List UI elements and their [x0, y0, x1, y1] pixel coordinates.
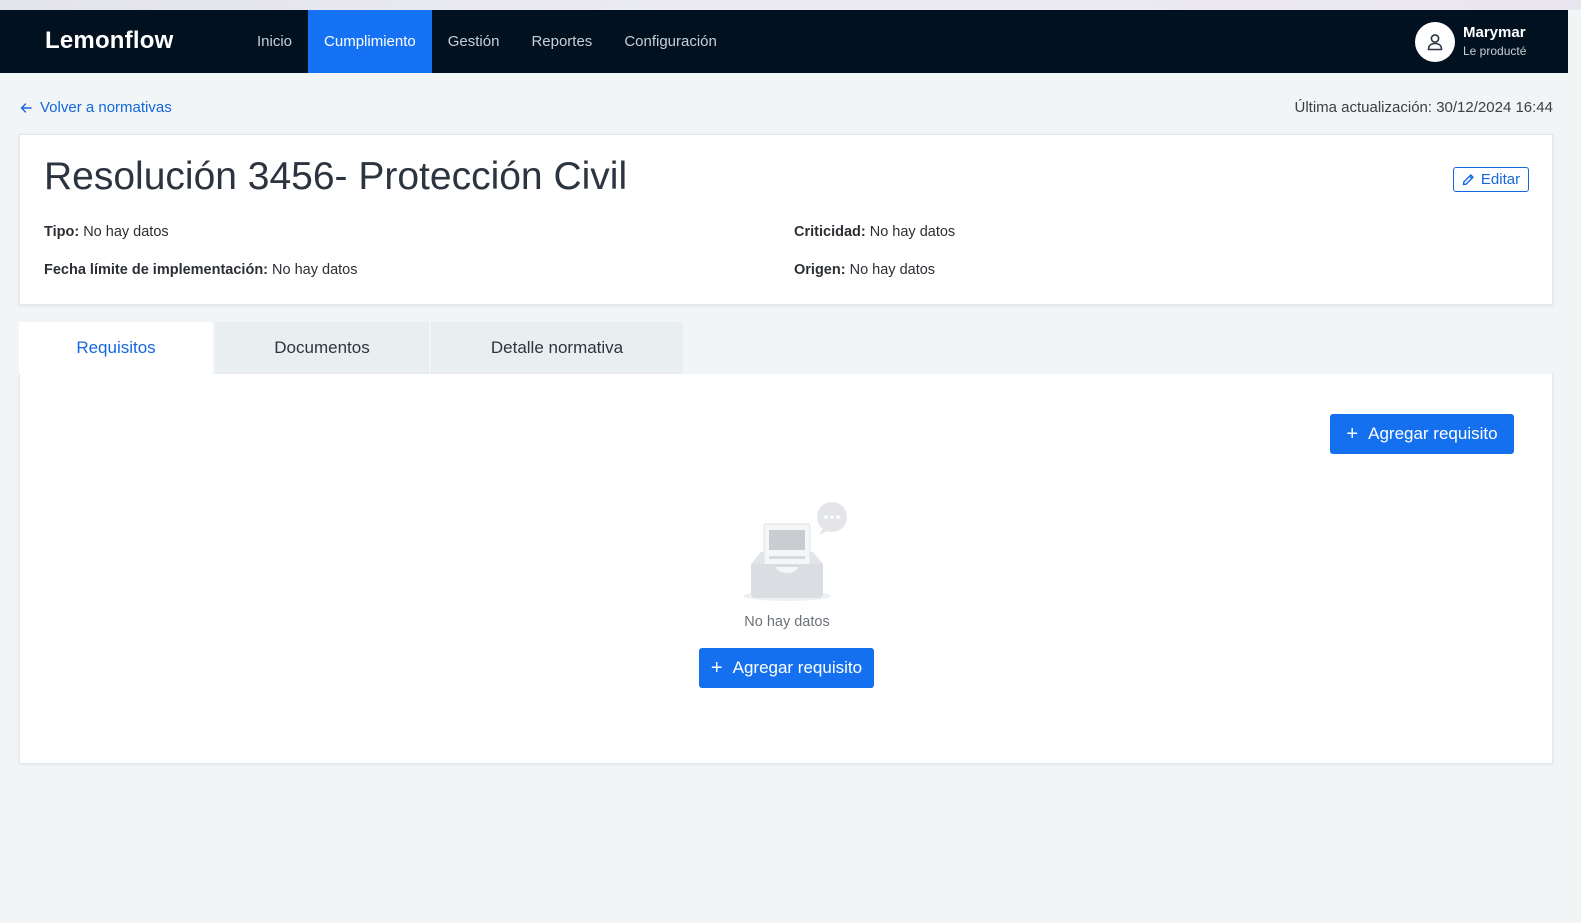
back-link-label: Volver a normativas: [40, 99, 172, 116]
edit-button[interactable]: Editar: [1453, 167, 1529, 192]
requirements-panel: + Agregar requisito No hay datos + Agreg…: [19, 374, 1553, 764]
field-criticidad: Criticidad: No hay datos: [794, 224, 955, 240]
nav-item-gestion[interactable]: Gestión: [432, 10, 516, 73]
tab-documentos[interactable]: Documentos: [215, 322, 429, 374]
user-icon: [1427, 34, 1443, 51]
field-origen-value: No hay datos: [849, 262, 936, 278]
empty-inbox-icon: [741, 502, 851, 607]
tab-detalle-normativa[interactable]: Detalle normativa: [431, 322, 683, 374]
nav-item-configuracion[interactable]: Configuración: [608, 10, 733, 73]
plus-icon: +: [1346, 423, 1359, 445]
nav-item-cumplimiento[interactable]: Cumplimiento: [308, 10, 432, 73]
tab-requisitos[interactable]: Requisitos: [19, 322, 213, 374]
arrow-left-icon: [20, 102, 32, 113]
edit-button-label: Editar: [1480, 171, 1521, 188]
user-role: Le producté: [1463, 44, 1527, 58]
regulation-summary-card: Resolución 3456- Protección Civil Editar…: [19, 134, 1553, 305]
field-tipo-value: No hay datos: [83, 224, 169, 240]
nav-item-inicio[interactable]: Inicio: [241, 10, 308, 73]
last-updated-text: Última actualización: 30/12/2024 16:44: [1294, 99, 1553, 116]
user-info: Marymar Le producté: [1463, 24, 1526, 60]
field-origen: Origen: No hay datos: [794, 262, 935, 278]
user-name: Marymar: [1463, 24, 1526, 41]
add-requirement-label-top: Agregar requisito: [1368, 424, 1498, 443]
field-origen-label: Origen:: [794, 262, 846, 278]
field-criticidad-label: Criticidad:: [794, 224, 866, 240]
avatar[interactable]: [1415, 22, 1455, 62]
field-tipo-label: Tipo:: [44, 224, 80, 240]
plus-icon: +: [710, 657, 723, 679]
nav-item-reportes[interactable]: Reportes: [515, 10, 608, 73]
back-to-regulations-link[interactable]: Volver a normativas: [20, 99, 172, 116]
field-fecha-limite: Fecha límite de implementación: No hay d…: [44, 262, 357, 278]
field-tipo: Tipo: No hay datos: [44, 224, 169, 240]
top-navbar: Lemonflow Inicio Cumplimiento Gestión Re…: [0, 10, 1568, 73]
pencil-icon: [1462, 174, 1474, 186]
user-menu[interactable]: Marymar Le producté: [1415, 22, 1526, 62]
add-requirement-button-top[interactable]: + Agregar requisito: [1330, 414, 1514, 454]
field-fecha-value: No hay datos: [272, 262, 358, 278]
add-requirement-button-empty[interactable]: + Agregar requisito: [699, 648, 874, 688]
field-fecha-label: Fecha límite de implementación:: [44, 262, 268, 278]
add-requirement-label-empty: Agregar requisito: [732, 658, 863, 677]
main-nav: Inicio Cumplimiento Gestión Reportes Con…: [241, 10, 733, 73]
page-title: Resolución 3456- Protección Civil: [44, 155, 628, 198]
field-criticidad-value: No hay datos: [869, 224, 956, 240]
browser-top-strip: [0, 0, 1581, 10]
tab-bar: Requisitos Documentos Detalle normativa: [19, 322, 685, 374]
empty-state-text: No hay datos: [744, 614, 830, 630]
brand-logo[interactable]: Lemonflow: [45, 27, 173, 55]
